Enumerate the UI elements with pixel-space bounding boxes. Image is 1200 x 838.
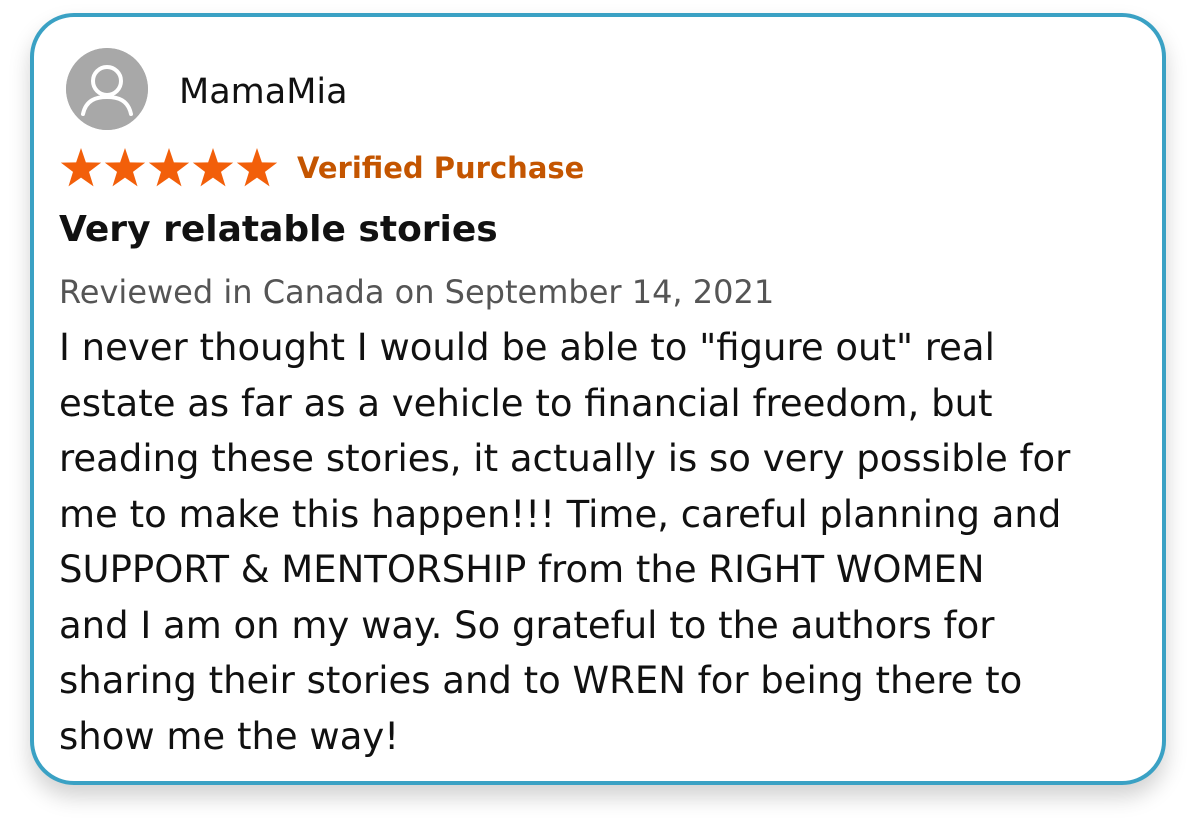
review-body: I never thought I would be able to "figu…	[59, 320, 1119, 764]
review-body-line: estate as far as a vehicle to financial …	[59, 381, 993, 425]
reviewer-name[interactable]: MamaMia	[179, 72, 348, 112]
review-body-line: show me the way!	[59, 714, 400, 758]
star-icon	[236, 148, 278, 188]
review-body-line: reading these stories, it actually is so…	[59, 437, 1071, 480]
star-icon	[192, 148, 234, 188]
review-body-line: sharing their stories and to WREN for be…	[59, 659, 1023, 702]
star-icon	[104, 148, 146, 188]
review-title[interactable]: Very relatable stories	[59, 209, 498, 250]
user-avatar-icon[interactable]	[66, 48, 148, 130]
verified-purchase-badge: Verified Purchase	[297, 151, 585, 185]
review-body-line: SUPPORT & MENTORSHIP from the RIGHT WOME…	[59, 548, 985, 591]
star-icon	[148, 148, 190, 188]
star-icon	[60, 148, 102, 188]
review-date: Reviewed in Canada on September 14, 2021	[59, 273, 775, 311]
star-rating	[60, 148, 278, 188]
review-card: MamaMia Verified Purchase Very relatable…	[30, 13, 1166, 785]
review-body-line: and I am on my way. So grateful to the a…	[59, 603, 995, 647]
review-body-line: I never thought I would be able to "figu…	[59, 326, 995, 369]
review-body-line: me to make this happen!!! Time, careful …	[59, 492, 1062, 536]
